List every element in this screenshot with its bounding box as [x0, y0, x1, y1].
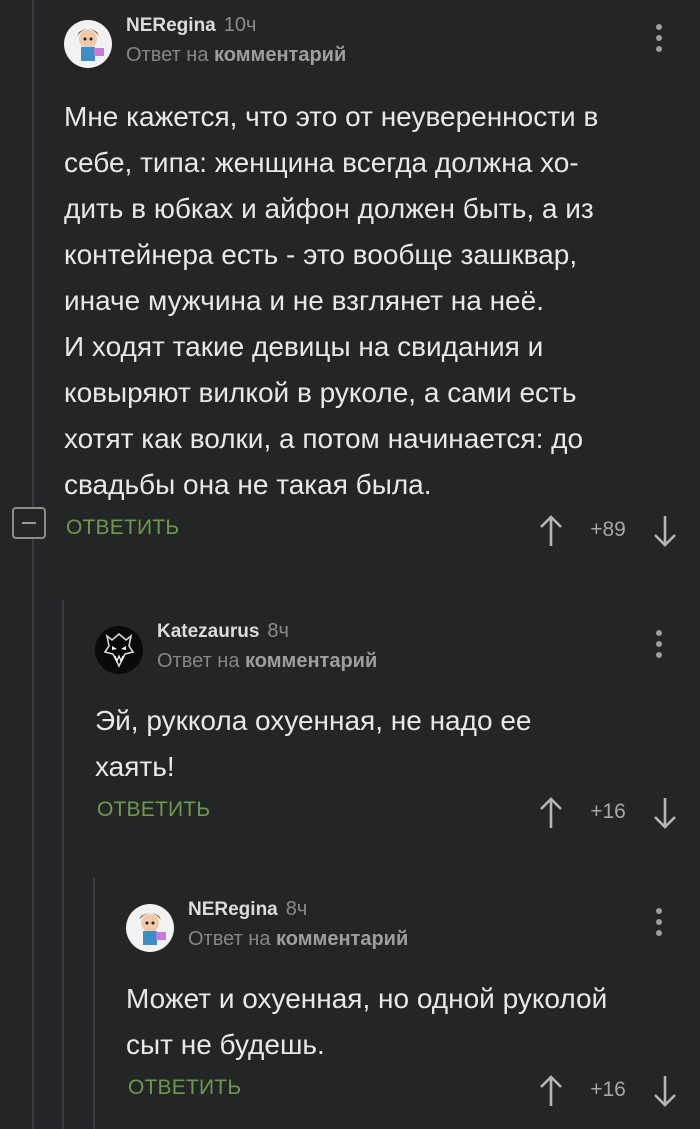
author-name[interactable]: Katezaurus 8ч: [157, 620, 289, 643]
reply-to-label: Ответ на комментарий: [157, 650, 378, 672]
vote-control: +16: [538, 794, 678, 834]
comment-actions: ОТВЕТИТЬ +16: [126, 1072, 700, 1112]
downvote-arrow-icon[interactable]: [652, 514, 678, 548]
downvote-arrow-icon[interactable]: [652, 796, 678, 830]
comment-actions: ОТВЕТИТЬ +89: [64, 512, 700, 552]
reply-to-label: Ответ на комментарий: [126, 44, 347, 66]
avatar[interactable]: [126, 904, 174, 952]
score: +89: [590, 518, 626, 541]
vote-control: +16: [538, 1072, 678, 1112]
thread-line: [93, 878, 95, 1129]
comment-text: Может и охуенная, но одной руколой сыт н…: [126, 983, 608, 1060]
thread-line: [32, 0, 34, 1129]
comment-header: NERegina 10ч Ответ на комментарий: [64, 14, 700, 74]
avatar[interactable]: [95, 626, 143, 674]
comment: NERegina 8ч Ответ на комментарий Может и …: [126, 898, 700, 1112]
reply-button[interactable]: ОТВЕТИТЬ: [66, 516, 179, 540]
more-options-icon[interactable]: [654, 24, 664, 60]
author-name[interactable]: NERegina 10ч: [126, 14, 256, 37]
score: +16: [590, 800, 626, 823]
reply-button[interactable]: ОТВЕТИТЬ: [128, 1076, 241, 1100]
comment-header: Katezaurus 8ч Ответ на комментарий: [95, 620, 700, 680]
timestamp: 8ч: [267, 620, 289, 642]
comment: NERegina 10ч Ответ на комментарий Мне каж…: [64, 14, 700, 552]
reply-to-link[interactable]: комментарий: [276, 928, 408, 950]
comment: Katezaurus 8ч Ответ на комментарий Эй, ру…: [95, 620, 700, 834]
reply-to-link[interactable]: комментарий: [245, 650, 377, 672]
upvote-arrow-icon[interactable]: [538, 1074, 564, 1108]
score: +16: [590, 1078, 626, 1101]
reply-button[interactable]: ОТВЕТИТЬ: [97, 798, 210, 822]
timestamp: 10ч: [223, 14, 257, 36]
collapse-thread-button[interactable]: [12, 507, 46, 539]
downvote-arrow-icon[interactable]: [652, 1074, 678, 1108]
author-name[interactable]: NERegina 8ч: [188, 898, 307, 921]
upvote-arrow-icon[interactable]: [538, 514, 564, 548]
comment-actions: ОТВЕТИТЬ +16: [95, 794, 700, 834]
reply-to-label: Ответ на комментарий: [188, 928, 409, 950]
comment-text: Эй, руккола охуенная, не надо ее хаять!: [95, 705, 532, 782]
vote-control: +89: [538, 512, 678, 552]
timestamp: 8ч: [285, 898, 308, 920]
comment-header: NERegina 8ч Ответ на комментарий: [126, 898, 700, 958]
avatar[interactable]: [64, 20, 112, 68]
comment-text: Мне кажется, что это от неуверенности в …: [64, 101, 599, 500]
more-options-icon[interactable]: [654, 908, 664, 944]
thread-line: [62, 600, 64, 1129]
more-options-icon[interactable]: [654, 630, 664, 666]
upvote-arrow-icon[interactable]: [538, 796, 564, 830]
reply-to-link[interactable]: комментарий: [214, 44, 346, 66]
